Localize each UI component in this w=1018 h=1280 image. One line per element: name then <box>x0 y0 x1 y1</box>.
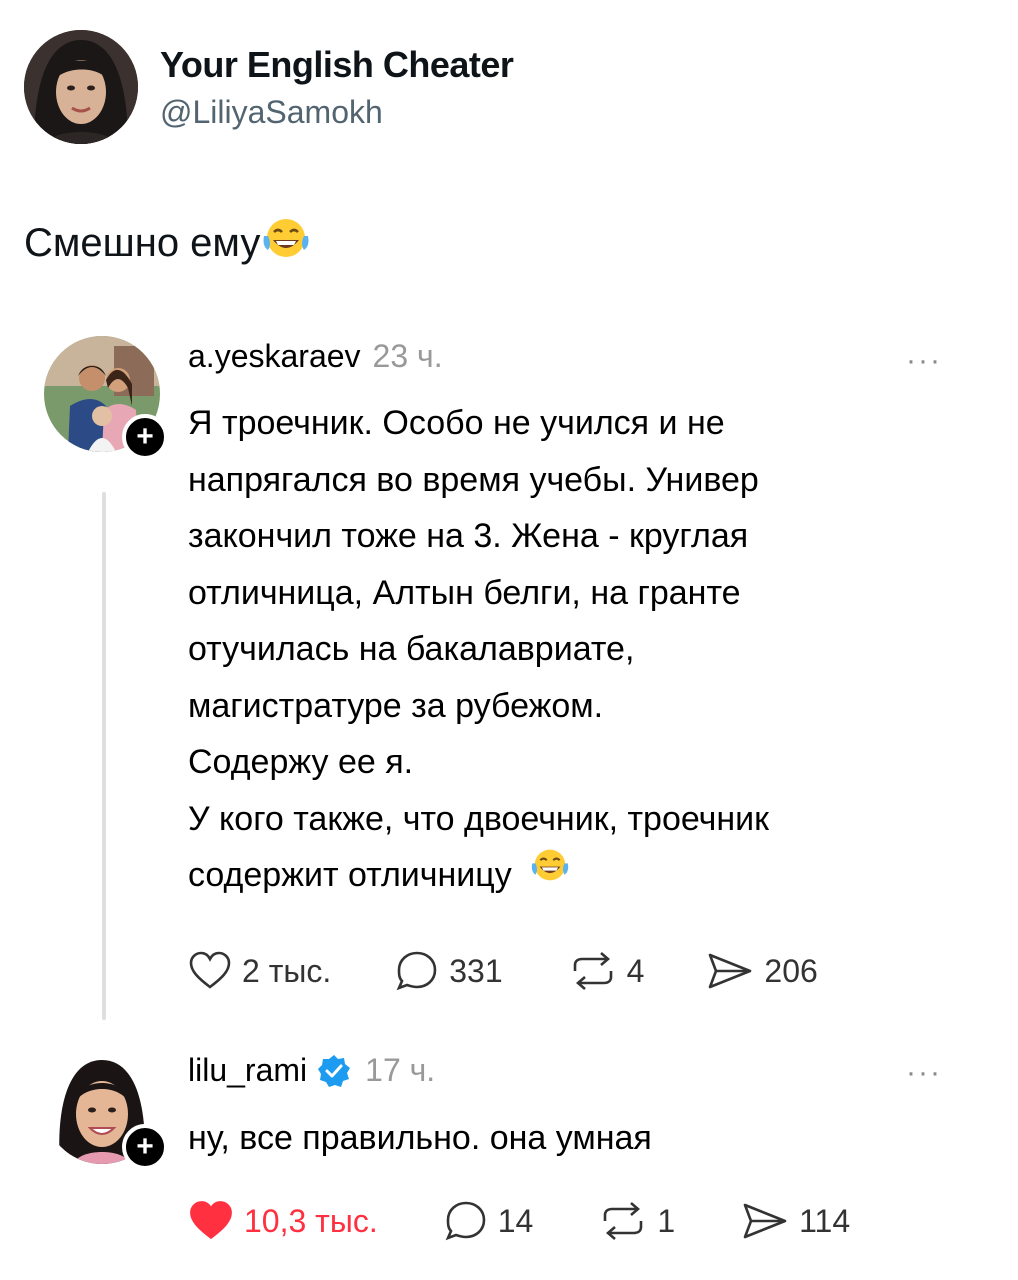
share-button[interactable]: 206 <box>706 951 818 991</box>
share-button[interactable]: 114 <box>741 1201 850 1241</box>
more-options-icon[interactable]: ··· <box>906 1056 942 1090</box>
post-body-line: напрягался во время учебы. Универ <box>188 460 759 499</box>
post-body-line: магистратуре за рубежом. <box>188 686 604 725</box>
tweet-display-name[interactable]: Your English Cheater <box>160 44 514 86</box>
reply-header: lilu_rami 17 ч. <box>188 1052 435 1089</box>
post-body: Я троечник. Особо не учился и не напряга… <box>188 395 769 904</box>
like-button[interactable]: 2 тыс. <box>188 951 331 991</box>
comment-bubble-icon <box>396 951 437 991</box>
post-body-line: Содержу ее я. <box>188 743 414 781</box>
reply-count: 14 <box>497 1202 534 1239</box>
send-icon <box>709 953 752 989</box>
post-body-line: Я троечник. Особо не учился и не <box>188 404 725 442</box>
like-button[interactable]: 10,3 тыс. <box>188 1200 378 1242</box>
post-body-line-last: содержит отличницу <box>188 847 769 904</box>
face-with-tears-of-joy-icon <box>260 216 312 270</box>
heart-filled-icon <box>190 1201 232 1240</box>
like-count: 10,3 тыс. <box>244 1202 378 1239</box>
follow-plus-icon[interactable]: + <box>122 414 168 460</box>
comment-bubble-icon <box>445 1201 486 1241</box>
share-count: 114 <box>799 1202 851 1239</box>
tweet-text-content: Смешно ему <box>24 220 261 265</box>
post-body-line: закончил тоже на 3. Жена - круглая <box>188 517 749 555</box>
post-body-line: отличница, Алтын белги, на гранте <box>188 573 741 612</box>
more-options-icon[interactable]: ··· <box>906 344 942 378</box>
reply-username[interactable]: lilu_rami <box>188 1052 307 1089</box>
thread-connector-line <box>102 492 106 1020</box>
heart-icon <box>189 951 231 989</box>
post-header: a.yeskaraev 23 ч. <box>188 338 443 375</box>
reply-body: ну, все правильно. она умная <box>188 1119 652 1157</box>
repost-icon <box>573 952 612 990</box>
repost-icon <box>604 1202 643 1240</box>
reply-actions: 10,3 тыс. 14 1 114 <box>188 1200 850 1242</box>
share-count: 206 <box>764 952 818 989</box>
like-count: 2 тыс. <box>242 952 332 989</box>
repost-count: 4 <box>626 952 645 989</box>
tweet-text: Смешно ему <box>24 216 312 270</box>
send-icon <box>743 1203 787 1239</box>
follow-plus-icon[interactable]: + <box>122 1124 168 1170</box>
post-actions: 2 тыс. 331 4 206 <box>188 950 818 992</box>
post-body-line: отучилась на бакалавриате, <box>188 630 635 668</box>
reply-button[interactable]: 331 <box>395 950 503 992</box>
face-with-tears-of-joy-icon <box>529 845 571 903</box>
repost-count: 1 <box>657 1202 676 1239</box>
tweet-author-avatar[interactable] <box>24 30 138 144</box>
repost-button[interactable]: 4 <box>569 951 645 991</box>
post-body-line: содержит отличницу <box>188 856 512 894</box>
post-username[interactable]: a.yeskaraev <box>188 338 361 375</box>
reply-timestamp: 17 ч. <box>365 1052 436 1088</box>
reply-count: 331 <box>449 952 503 989</box>
verified-badge-icon <box>317 1054 351 1088</box>
reply-button[interactable]: 14 <box>444 1200 534 1242</box>
post-body-line: У кого также, что двоечник, троечник <box>188 799 769 838</box>
tweet-handle[interactable]: @LiliyaSamokh <box>160 94 383 131</box>
post-timestamp: 23 ч. <box>372 338 443 374</box>
repost-button[interactable]: 1 <box>599 1201 675 1241</box>
